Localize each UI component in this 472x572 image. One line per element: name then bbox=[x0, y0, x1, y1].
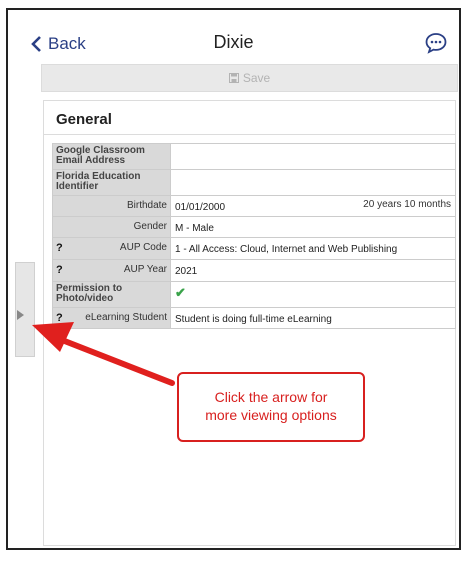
field-label-cell: ? AUP Year bbox=[52, 259, 171, 282]
field-label: eLearning Student bbox=[85, 312, 167, 323]
field-label: Gender bbox=[52, 216, 171, 238]
google-email-value[interactable] bbox=[170, 143, 456, 170]
check-icon: ✔ bbox=[175, 285, 186, 300]
student-details-table: Google Classroom Email Address Florida E… bbox=[52, 143, 456, 329]
field-label: AUP Code bbox=[119, 242, 167, 253]
general-section: General Google Classroom Email Address F… bbox=[43, 100, 456, 546]
annotation-callout: Click the arrow for more viewing options bbox=[177, 372, 365, 442]
field-row-elearning: ? eLearning Student Student is doing ful… bbox=[52, 307, 456, 329]
save-label: Save bbox=[242, 71, 271, 85]
chat-bubble-icon[interactable] bbox=[425, 32, 447, 54]
gender-value[interactable]: M - Male bbox=[170, 216, 456, 238]
help-icon[interactable]: ? bbox=[56, 265, 63, 276]
field-row-gender: Gender M - Male bbox=[52, 216, 456, 238]
field-label-cell: ? AUP Code bbox=[52, 237, 171, 260]
field-label-cell: ? eLearning Student bbox=[52, 307, 171, 329]
field-row-aup-year: ? AUP Year 2021 bbox=[52, 259, 456, 282]
help-icon[interactable]: ? bbox=[56, 243, 63, 254]
field-row-florida-id: Florida Education Identifier bbox=[52, 169, 456, 196]
save-button[interactable]: Save bbox=[41, 64, 458, 92]
field-row-google-email: Google Classroom Email Address bbox=[52, 143, 456, 170]
field-label: AUP Year bbox=[123, 264, 167, 275]
florida-id-value[interactable] bbox=[170, 169, 456, 196]
aup-year-value[interactable]: 2021 bbox=[170, 259, 456, 282]
expand-arrow-icon[interactable] bbox=[17, 310, 24, 320]
field-label: Florida Education Identifier bbox=[52, 169, 171, 196]
field-row-birthdate: Birthdate 01/01/2000 20 years 10 months bbox=[52, 195, 456, 217]
help-icon[interactable]: ? bbox=[56, 313, 63, 324]
birthdate-cell[interactable]: 01/01/2000 20 years 10 months bbox=[170, 195, 456, 217]
elearning-value[interactable]: Student is doing full-time eLearning bbox=[170, 307, 456, 329]
aup-code-value[interactable]: 1 - All Access: Cloud, Internet and Web … bbox=[170, 237, 456, 260]
callout-line-1: Click the arrow for bbox=[214, 389, 328, 405]
field-row-aup-code: ? AUP Code 1 - All Access: Cloud, Intern… bbox=[52, 237, 456, 260]
app-window: Back Dixie Save General Google Classroom… bbox=[6, 8, 461, 550]
page-title: Dixie bbox=[213, 32, 254, 52]
field-label: Google Classroom Email Address bbox=[52, 143, 171, 170]
permission-photo-cell[interactable]: ✔ bbox=[170, 281, 456, 308]
section-title: General bbox=[44, 101, 455, 135]
callout-line-2: more viewing options bbox=[205, 407, 337, 423]
birthdate-value: 01/01/2000 bbox=[175, 202, 226, 213]
header-bar: Back Dixie bbox=[8, 10, 459, 54]
floppy-disk-icon bbox=[228, 73, 239, 83]
field-label: Birthdate bbox=[52, 195, 171, 217]
field-label: Permission to Photo/video bbox=[52, 281, 171, 308]
age-value: 20 years 10 months bbox=[363, 199, 451, 210]
field-row-permission-photo: Permission to Photo/video ✔ bbox=[52, 281, 456, 308]
